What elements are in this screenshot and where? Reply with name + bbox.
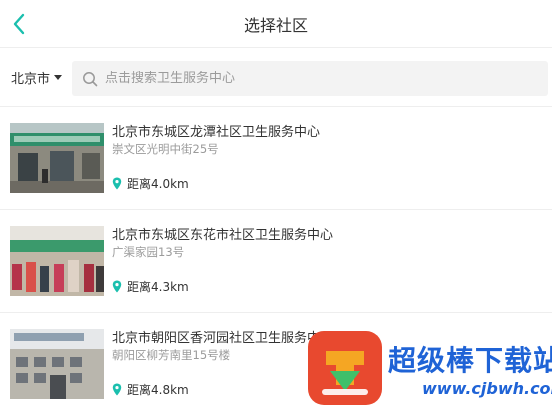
watermark: 超级棒下载站 www.cjbwh.com [306,327,552,409]
location-pin-icon [112,280,122,293]
watermark-title: 超级棒下载站 [388,344,552,377]
location-pin-icon [112,383,122,396]
city-selector[interactable]: 北京市 [11,68,63,87]
search-input[interactable] [105,71,525,86]
center-distance: 距离4.0km [112,175,189,192]
list-item[interactable]: 北京市东城区龙潭社区卫生服务中心 崇文区光明中街25号 距离4.0km [0,106,552,209]
distance-text: 距离4.3km [127,280,189,294]
distance-text: 距离4.8km [127,383,189,397]
center-photo [10,123,104,193]
location-pin-icon [112,177,122,190]
list-item[interactable]: 北京市东城区东花市社区卫生服务中心 广渠家园13号 距离4.3km [0,209,552,312]
watermark-logo [308,331,382,405]
center-photo [10,226,104,296]
center-distance: 距离4.3km [112,278,189,295]
search-box[interactable] [72,61,548,96]
center-address: 广渠家园13号 [112,245,185,259]
caret-down-icon [54,75,63,80]
center-address: 朝阳区柳芳南里15号楼 [112,348,231,362]
center-photo [10,329,104,399]
page-title: 选择社区 [243,16,308,35]
top-bar: 选择社区 [0,0,552,48]
search-icon [83,71,98,86]
watermark-url: www.cjbwh.com [422,379,552,398]
center-distance: 距离4.8km [112,381,189,398]
city-label: 北京市 [11,72,51,87]
distance-text: 距离4.0km [127,177,189,191]
center-name: 北京市东城区龙潭社区卫生服务中心 [112,125,321,140]
center-name: 北京市东城区东花市社区卫生服务中心 [112,228,334,243]
center-address: 崇文区光明中街25号 [112,142,219,156]
filter-bar: 北京市 [0,56,552,102]
center-name: 北京市朝阳区香河园社区卫生服务中心 [112,331,334,346]
